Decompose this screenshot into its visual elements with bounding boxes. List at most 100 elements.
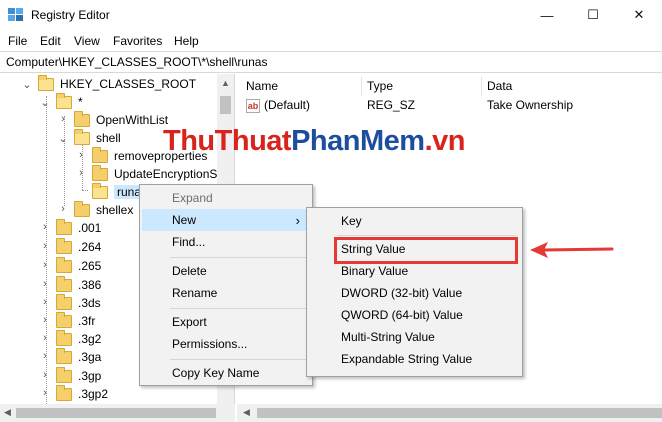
tree-guide [82,190,88,191]
ctx-export[interactable]: Export [140,311,312,333]
menu-file[interactable]: File [8,34,27,48]
chevron-right-icon: › [295,212,300,228]
scroll-thumb[interactable] [257,408,662,418]
menu-separator [170,257,306,258]
submenu-dword-value[interactable]: DWORD (32-bit) Value [307,282,522,304]
scroll-left-icon[interactable]: ◀ [243,407,250,418]
ctx-expand[interactable]: Expand [140,187,312,209]
tree-item-hkcr[interactable]: ⌄ HKEY_CLASSES_ROOT [22,74,196,94]
menu-separator [170,308,306,309]
chevron-right-icon[interactable]: › [40,314,50,326]
tree-item-shellex[interactable]: › shellex [58,200,133,220]
registry-editor-icon [8,8,23,21]
menu-help[interactable]: Help [174,34,199,48]
chevron-right-icon[interactable]: › [40,332,50,344]
submenu-qword-value[interactable]: QWORD (64-bit) Value [307,304,522,326]
folder-icon [74,110,90,127]
chevron-down-icon[interactable]: ⌄ [58,132,68,145]
string-value-icon: ab [246,99,260,113]
folder-icon [56,92,72,109]
new-submenu: Key String Value Binary Value DWORD (32-… [306,207,523,377]
ctx-find[interactable]: Find... [140,231,312,253]
column-divider[interactable] [361,76,362,96]
minimize-button[interactable]: — [524,0,570,30]
scroll-up-icon[interactable]: ▲ [221,78,230,88]
folder-icon [92,164,108,181]
chevron-right-icon[interactable]: › [40,240,50,252]
tree-item-ext[interactable]: › .264 [40,237,101,257]
chevron-right-icon[interactable]: › [58,203,68,215]
column-divider[interactable] [481,76,482,96]
chevron-right-icon[interactable]: › [40,259,50,271]
tree-item-shell[interactable]: ⌄ shell [58,128,121,148]
tree-item-ext[interactable]: › .3fr [40,311,95,331]
chevron-down-icon[interactable]: ⌄ [22,78,32,91]
address-path: Computer\HKEY_CLASSES_ROOT\*\shell\runas [6,55,268,69]
tree-item-star[interactable]: ⌄ * [40,92,83,112]
ctx-delete[interactable]: Delete [140,260,312,282]
chevron-right-icon[interactable]: › [40,221,50,233]
watermark: ThuThuatPhanMem.vn [163,125,465,157]
ctx-rename[interactable]: Rename [140,282,312,304]
submenu-expandable-string-value[interactable]: Expandable String Value [307,348,522,370]
menu-separator [337,235,517,236]
ctx-copy-key-name[interactable]: Copy Key Name [140,362,312,384]
folder-icon [56,275,72,292]
folder-icon [74,128,90,145]
chevron-right-icon[interactable]: › [40,296,50,308]
scroll-thumb[interactable] [220,96,231,114]
submenu-multi-string-value[interactable]: Multi-String Value [307,326,522,348]
chevron-right-icon[interactable]: › [40,350,50,362]
folder-icon [74,200,90,217]
chevron-right-icon[interactable]: › [76,167,86,179]
tree-item-ext[interactable]: › .265 [40,256,101,276]
tree-item-updateencryption[interactable]: › UpdateEncryptionSet [76,164,227,184]
folder-icon [38,74,54,91]
annotation-highlight-box [334,237,518,264]
tree-item-ext[interactable]: › .3g2 [40,329,101,349]
tree-item-ext[interactable]: › .3ga [40,347,101,367]
annotation-arrow-icon [530,242,614,258]
menu-view[interactable]: View [74,34,100,48]
ctx-new[interactable]: New › [142,209,310,231]
address-bar[interactable]: Computer\HKEY_CLASSES_ROOT\*\shell\runas [0,51,662,73]
close-button[interactable]: ✕ [616,0,662,30]
submenu-key[interactable]: Key [307,210,522,232]
chevron-right-icon[interactable]: › [40,387,50,399]
column-header-name[interactable]: Name [246,76,278,96]
tree-item-ext[interactable]: › .3gp2 [40,384,108,404]
scroll-left-icon[interactable]: ◀ [4,407,11,418]
folder-icon [56,366,72,383]
chevron-right-icon[interactable]: › [40,278,50,290]
chevron-right-icon[interactable]: › [40,369,50,381]
value-name[interactable]: (Default) [264,98,310,112]
tree-item-openwithlist[interactable]: › OpenWithList [58,110,168,130]
column-header-data[interactable]: Data [487,76,512,96]
folder-icon [56,384,72,401]
chevron-right-icon[interactable]: › [76,149,86,161]
tree-item-ext[interactable]: › .3ds [40,293,101,313]
value-data: Take Ownership [487,98,574,112]
menu-bar: File Edit View Favorites Help [0,31,662,51]
folder-icon [56,293,72,310]
tree-item-ext[interactable]: › .3gp [40,366,101,386]
ctx-permissions[interactable]: Permissions... [140,333,312,355]
list-horizontal-scrollbar[interactable]: ◀ [237,404,662,422]
maximize-button[interactable]: ☐ [570,0,616,30]
folder-icon [56,256,72,273]
chevron-down-icon[interactable]: ⌄ [40,96,50,109]
folder-icon [92,146,108,163]
tree-horizontal-scrollbar[interactable]: ◀ [0,404,235,422]
scroll-thumb[interactable] [16,408,216,418]
menu-favorites[interactable]: Favorites [113,34,162,48]
folder-icon [56,347,72,364]
context-menu: Expand New › Find... Delete Rename Expor… [139,184,313,386]
column-header-type[interactable]: Type [367,76,393,96]
menu-edit[interactable]: Edit [40,34,61,48]
tree-item-ext[interactable]: › .001 [40,218,101,238]
folder-icon [56,218,72,235]
tree-item-ext[interactable]: › .386 [40,275,101,295]
folder-icon [56,329,72,346]
chevron-right-icon[interactable]: › [58,113,68,125]
folder-icon [56,311,72,328]
